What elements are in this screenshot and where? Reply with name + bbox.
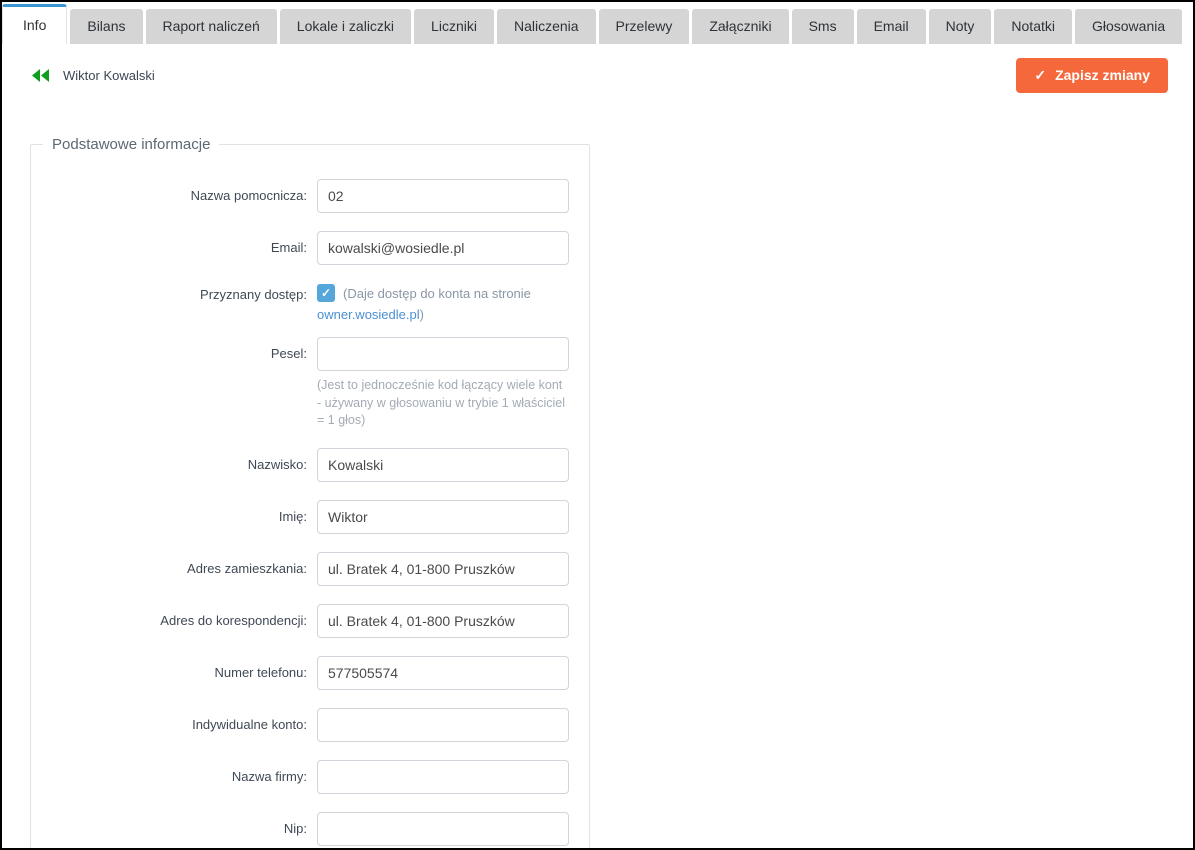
form-row-correspondence-address: Adres do korespondencji: — [31, 604, 589, 638]
granted-access-control: ✓(Daje dostęp do konta na stronie owner.… — [317, 283, 569, 325]
auxiliary-name-control — [317, 179, 569, 213]
email-label: Email: — [31, 231, 317, 265]
individual-account-label: Indywidualne konto: — [31, 708, 317, 742]
toolbar: Wiktor Kowalski ✓ Zapisz zmiany — [2, 44, 1193, 106]
page-title: Wiktor Kowalski — [63, 68, 155, 83]
phone-number-label: Numer telefonu: — [31, 656, 317, 690]
granted-access-label: Przyznany dostęp: — [31, 283, 317, 325]
first-name-input[interactable] — [317, 500, 569, 534]
form-row-residence-address: Adres zamieszkania: — [31, 552, 589, 586]
phone-number-input[interactable] — [317, 656, 569, 690]
tab-liczniki[interactable]: Liczniki — [414, 9, 494, 44]
tab-notatki[interactable]: Notatki — [994, 9, 1072, 44]
individual-account-control — [317, 708, 569, 742]
nip-label: Nip: — [31, 812, 317, 846]
correspondence-address-control — [317, 604, 569, 638]
form-row-email: Email: — [31, 231, 589, 265]
tab-glosowania[interactable]: Głosowania — [1075, 9, 1182, 44]
tab-raport-naliczen[interactable]: Raport naliczeń — [146, 9, 277, 44]
individual-account-input[interactable] — [317, 708, 569, 742]
first-name-label: Imię: — [31, 500, 317, 534]
surname-control — [317, 448, 569, 482]
surname-label: Nazwisko: — [31, 448, 317, 482]
form-row-individual-account: Indywidualne konto: — [31, 708, 589, 742]
residence-address-label: Adres zamieszkania: — [31, 552, 317, 586]
surname-input[interactable] — [317, 448, 569, 482]
tab-email[interactable]: Email — [857, 9, 926, 44]
check-icon: ✓ — [1034, 67, 1046, 84]
tab-bar: InfoBilansRaport naliczeńLokale i zalicz… — [2, 2, 1193, 44]
form-row-granted-access: Przyznany dostęp:✓(Daje dostęp do konta … — [31, 283, 589, 325]
tab-noty[interactable]: Noty — [929, 9, 992, 44]
form-rows: Nazwa pomocnicza: Email: Przyznany dostęp:… — [31, 179, 589, 846]
residence-address-input[interactable] — [317, 552, 569, 586]
pesel-hint: (Jest to jednocześnie kod łączący wiele … — [317, 377, 569, 430]
form-row-phone-number: Numer telefonu: — [31, 656, 589, 690]
nip-input[interactable] — [317, 812, 569, 846]
owner-portal-link[interactable]: owner.wosiedle.pl — [317, 307, 420, 322]
company-name-input[interactable] — [317, 760, 569, 794]
app-window: InfoBilansRaport naliczeńLokale i zalicz… — [0, 0, 1195, 850]
company-name-control — [317, 760, 569, 794]
email-control — [317, 231, 569, 265]
tab-lokale-i-zaliczki[interactable]: Lokale i zaliczki — [280, 9, 411, 44]
correspondence-address-input[interactable] — [317, 604, 569, 638]
form-row-nip: Nip: — [31, 812, 589, 846]
basic-info-fieldset: Podstawowe informacje Nazwa pomocnicza: E… — [30, 136, 590, 850]
nip-control — [317, 812, 569, 846]
auxiliary-name-input[interactable] — [317, 179, 569, 213]
form-row-company-name: Nazwa firmy: — [31, 760, 589, 794]
fieldset-legend: Podstawowe informacje — [43, 136, 219, 153]
granted-access-note: (Daje dostęp do konta na stronie owner.w… — [317, 286, 531, 322]
tab-sms[interactable]: Sms — [792, 9, 854, 44]
phone-number-control — [317, 656, 569, 690]
granted-access-checkbox[interactable]: ✓ — [317, 284, 335, 302]
auxiliary-name-label: Nazwa pomocnicza: — [31, 179, 317, 213]
pesel-input[interactable] — [317, 337, 569, 371]
correspondence-address-label: Adres do korespondencji: — [31, 604, 317, 638]
tab-zalaczniki[interactable]: Załączniki — [692, 9, 788, 44]
company-name-label: Nazwa firmy: — [31, 760, 317, 794]
form-row-pesel: Pesel:(Jest to jednocześnie kod łączący … — [31, 337, 589, 430]
residence-address-control — [317, 552, 569, 586]
form-row-first-name: Imię: — [31, 500, 589, 534]
back-button[interactable] — [32, 69, 49, 82]
save-button-label: Zapisz zmiany — [1055, 67, 1150, 83]
tab-przelewy[interactable]: Przelewy — [599, 9, 690, 44]
first-name-control — [317, 500, 569, 534]
tab-info[interactable]: Info — [2, 4, 67, 44]
email-input[interactable] — [317, 231, 569, 265]
pesel-control: (Jest to jednocześnie kod łączący wiele … — [317, 337, 569, 430]
tab-naliczenia[interactable]: Naliczenia — [497, 9, 596, 44]
tab-bilans[interactable]: Bilans — [70, 9, 142, 44]
save-button[interactable]: ✓ Zapisz zmiany — [1016, 58, 1168, 93]
form-row-surname: Nazwisko: — [31, 448, 589, 482]
form-row-auxiliary-name: Nazwa pomocnicza: — [31, 179, 589, 213]
pesel-label: Pesel: — [31, 337, 317, 430]
rewind-icon — [32, 69, 49, 82]
